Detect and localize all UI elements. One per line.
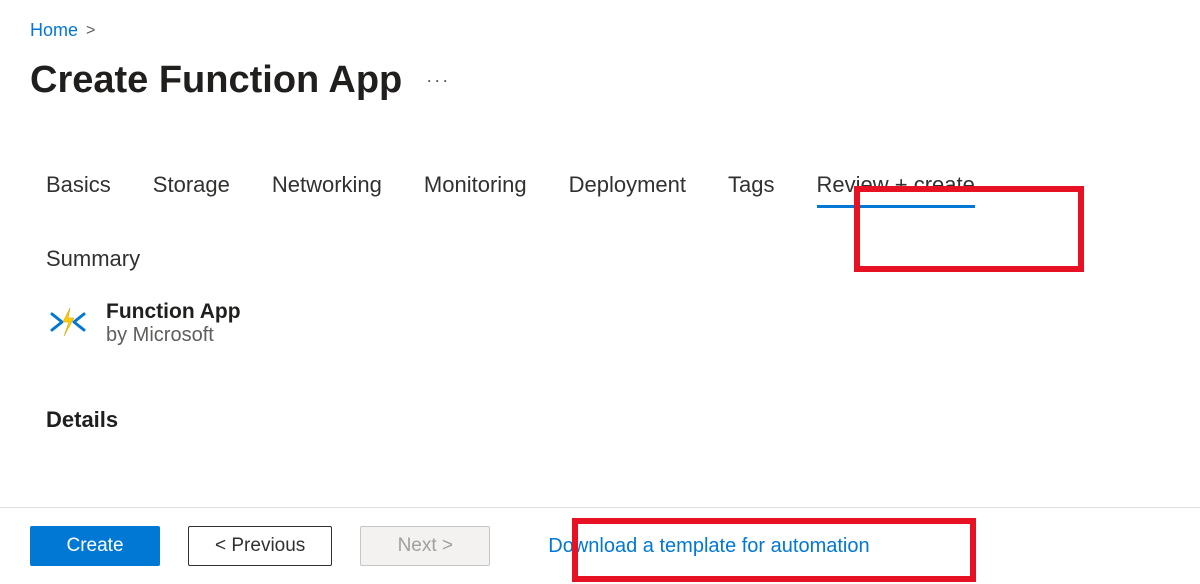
tab-basics[interactable]: Basics [46, 172, 111, 206]
summary-product-info: Function App by Microsoft [106, 300, 241, 347]
tab-review-create[interactable]: Review + create [817, 172, 975, 206]
create-button[interactable]: Create [30, 526, 160, 566]
summary-product: Function App by Microsoft [30, 300, 1170, 347]
tab-monitoring[interactable]: Monitoring [424, 172, 527, 206]
tab-networking[interactable]: Networking [272, 172, 382, 206]
page-title: Create Function App [30, 59, 402, 102]
function-app-icon [46, 300, 90, 344]
chevron-right-icon: > [86, 22, 95, 40]
tab-deployment[interactable]: Deployment [569, 172, 686, 206]
breadcrumb: Home > [30, 20, 1170, 41]
product-publisher: by Microsoft [106, 324, 241, 347]
title-row: Create Function App ··· [30, 59, 1170, 102]
download-template-link[interactable]: Download a template for automation [548, 535, 869, 558]
previous-button[interactable]: < Previous [188, 526, 332, 566]
breadcrumb-home[interactable]: Home [30, 20, 78, 41]
tab-storage[interactable]: Storage [153, 172, 230, 206]
details-heading: Details [30, 407, 1170, 433]
more-icon[interactable]: ··· [426, 70, 450, 91]
tab-tags[interactable]: Tags [728, 172, 774, 206]
tabs: Basics Storage Networking Monitoring Dep… [30, 172, 1170, 206]
footer: Create < Previous Next > Download a temp… [0, 507, 1200, 584]
next-button: Next > [360, 526, 490, 566]
product-name: Function App [106, 300, 241, 324]
summary-heading: Summary [30, 246, 1170, 272]
